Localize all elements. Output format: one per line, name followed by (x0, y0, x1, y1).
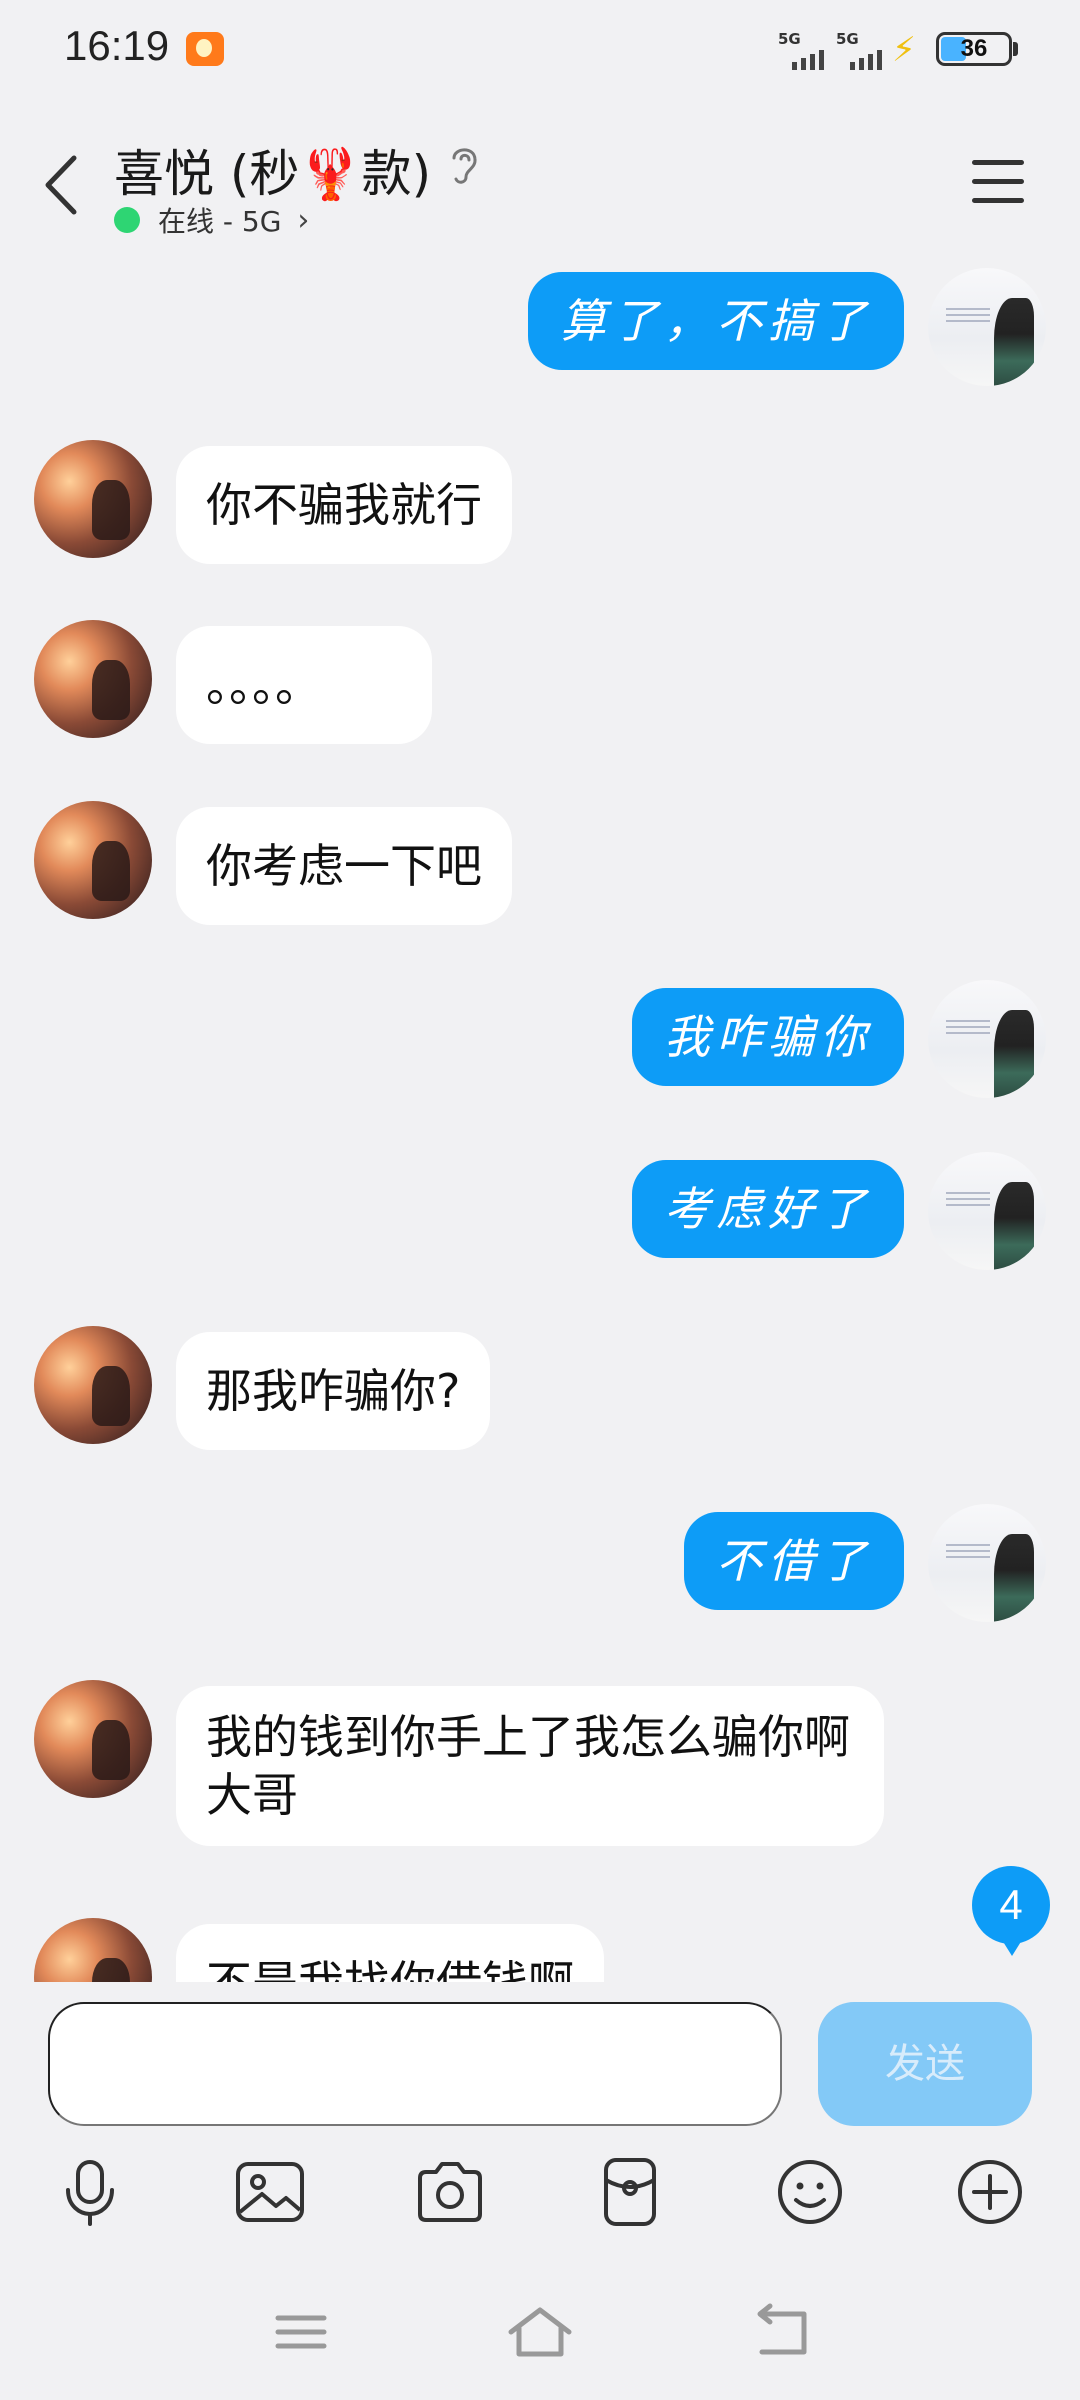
message-bubble-incoming[interactable]: 那我咋骗你? (176, 1332, 491, 1450)
emoji-icon[interactable] (772, 2154, 848, 2230)
avatar[interactable] (34, 620, 152, 738)
contact-title[interactable]: 喜悦 (秒🦞款) (114, 134, 431, 206)
signal-label: 5G (836, 30, 859, 48)
avatar[interactable] (34, 1680, 152, 1798)
input-bar: 发送 (0, 1982, 1080, 2272)
app-notification-icon (186, 32, 224, 66)
avatar[interactable] (34, 1326, 152, 1444)
image-icon[interactable] (232, 2154, 308, 2230)
avatar[interactable] (34, 1918, 152, 1982)
back-icon[interactable] (40, 150, 84, 220)
battery-level: 36 (960, 35, 988, 62)
signal-icon: 5G (836, 30, 882, 70)
home-icon[interactable] (505, 2302, 575, 2362)
plus-icon[interactable] (952, 2154, 1028, 2230)
message-bubble-incoming[interactable]: 你不骗我就行 (176, 446, 512, 564)
online-status[interactable]: 在线 - 5G › (114, 200, 309, 240)
avatar[interactable] (34, 440, 152, 558)
avatar[interactable] (928, 1152, 1046, 1270)
menu-icon[interactable] (972, 160, 1024, 204)
message-bubble-outgoing[interactable]: 不借了 (684, 1512, 904, 1610)
signal-label: 5G (778, 30, 801, 48)
message-bubble-outgoing[interactable]: 我咋骗你 (632, 988, 904, 1086)
message-bubble-incoming[interactable]: 我的钱到你手上了我怎么骗你啊大哥 (176, 1686, 884, 1846)
charging-icon: ⚡ (892, 30, 916, 70)
camera-icon[interactable] (412, 2154, 488, 2230)
avatar[interactable] (928, 980, 1046, 1098)
system-nav-bar (0, 2272, 1080, 2400)
message-bubble-outgoing[interactable]: 考虑好了 (632, 1160, 904, 1258)
message-bubble-incoming[interactable]: 你考虑一下吧 (176, 807, 512, 925)
unread-count-badge[interactable]: 4 (972, 1866, 1050, 1956)
battery-icon: 36 (936, 32, 1012, 66)
battery-tip (1013, 42, 1018, 56)
online-dot (114, 207, 140, 233)
ear-icon[interactable] (444, 142, 484, 186)
send-button[interactable]: 发送 (818, 2002, 1032, 2126)
status-time: 16:19 (64, 22, 170, 69)
chat-header: 喜悦 (秒🦞款) 在线 - 5G › (0, 120, 1080, 250)
status-bar: 16:19 5G 5G ⚡ 36 (0, 0, 1080, 96)
red-packet-icon[interactable] (592, 2154, 668, 2230)
message-bubble-outgoing[interactable]: 算了，不搞了 (528, 272, 904, 370)
message-input[interactable] (48, 2002, 782, 2126)
avatar[interactable] (928, 1504, 1046, 1622)
back-nav-icon[interactable] (746, 2302, 816, 2362)
message-list[interactable]: 算了，不搞了 你不骗我就行 。。。。 你考虑一下吧 我咋骗你 考虑好了 那我咋骗… (0, 250, 1080, 1982)
microphone-icon[interactable] (52, 2154, 128, 2230)
signal-icon: 5G (778, 30, 824, 70)
chevron-right-icon: › (297, 202, 310, 238)
message-bubble-incoming[interactable]: 不是我找你借钱啊 (176, 1924, 604, 1982)
recent-apps-icon[interactable] (266, 2302, 336, 2362)
input-toolbar (0, 2154, 1080, 2254)
avatar[interactable] (928, 268, 1046, 386)
online-status-text: 在线 - 5G (158, 205, 282, 238)
message-bubble-incoming[interactable]: 。。。。 (176, 626, 432, 744)
contact-name: 喜悦 (秒🦞款) (114, 145, 432, 203)
avatar[interactable] (34, 801, 152, 919)
